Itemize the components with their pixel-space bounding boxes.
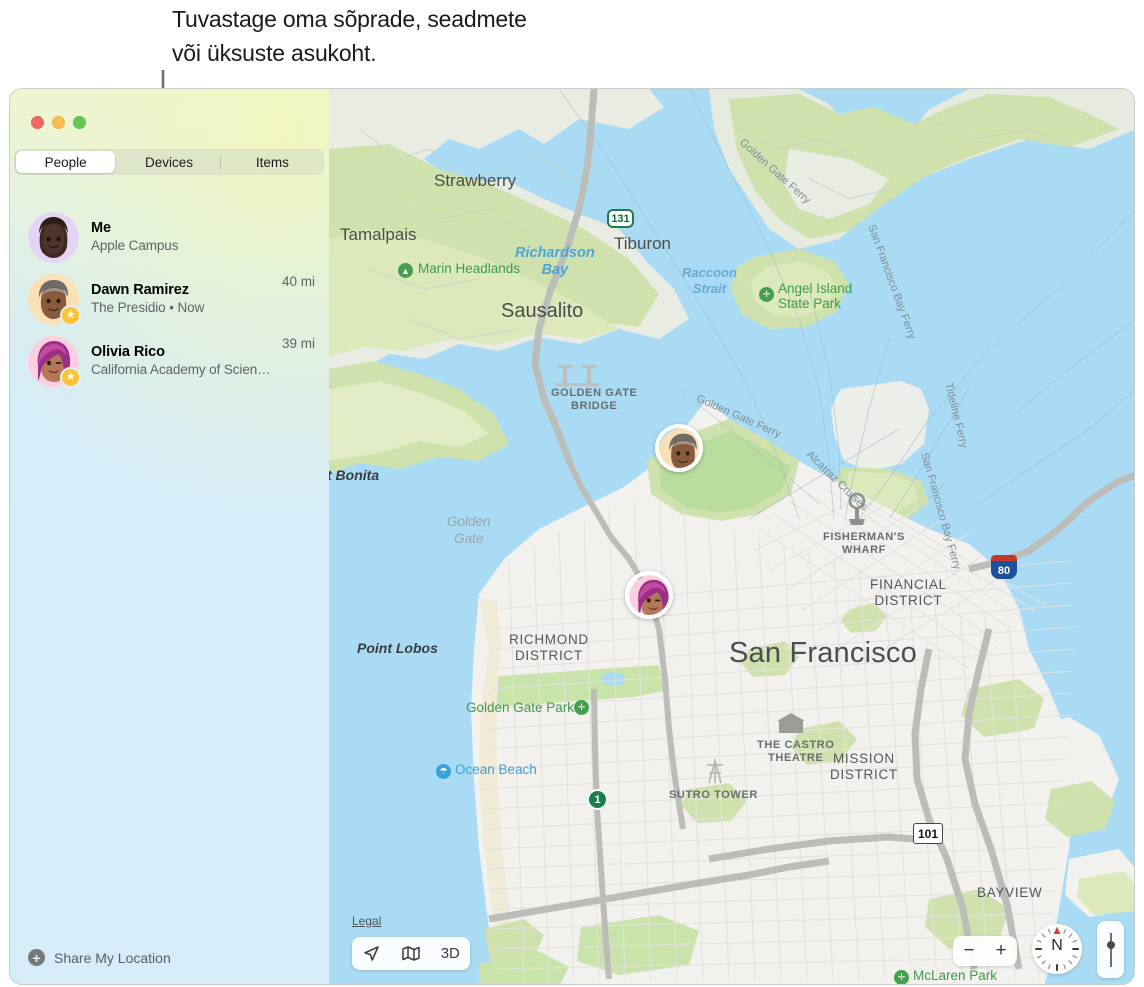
- route-shield-i80: 80: [991, 555, 1017, 579]
- legal-link[interactable]: Legal: [352, 914, 381, 928]
- person-subtitle: The Presidio • Now: [91, 300, 205, 315]
- route-shield-1: 1: [587, 789, 608, 810]
- three-d-button[interactable]: 3D: [431, 945, 470, 962]
- map-graphics: [329, 89, 1134, 984]
- list-item-text: Dawn Ramirez The Presidio • Now: [91, 281, 276, 317]
- zoom-in-button[interactable]: +: [985, 940, 1017, 962]
- close-button[interactable]: [31, 116, 44, 129]
- park-pin-icon: ✛: [894, 970, 909, 984]
- tab-items-label: Items: [255, 154, 289, 170]
- map-avatar-olivia-rico[interactable]: [625, 571, 673, 619]
- route-shield-101: 101: [913, 823, 943, 844]
- zoom-button[interactable]: [73, 116, 86, 129]
- star-icon: ★: [65, 308, 76, 321]
- sidebar: People Devices Items Me Apple Campus ★ D…: [10, 89, 329, 984]
- compass-control[interactable]: N: [1032, 924, 1082, 974]
- info-slider-icon: [1106, 932, 1115, 967]
- tab-people[interactable]: People: [16, 151, 116, 173]
- share-my-location-button[interactable]: + Share My Location: [28, 949, 171, 966]
- person-distance: 39 mi: [281, 336, 315, 351]
- callout-line-2: või üksuste asukoht.: [172, 40, 377, 66]
- list-item-text: Me Apple Campus: [91, 219, 309, 255]
- route-shield-131: 131: [607, 209, 634, 228]
- plus-glyph: +: [32, 949, 41, 966]
- app-window: People Devices Items Me Apple Campus ★ D…: [9, 88, 1135, 985]
- zoom-out-button[interactable]: −: [953, 940, 985, 962]
- tab-items[interactable]: Items: [223, 151, 322, 173]
- park-pin-icon: ✛: [759, 287, 774, 302]
- map-canvas[interactable]: Strawberry Tamalpais Tiburon Sausalito R…: [329, 89, 1134, 984]
- person-distance: 40 mi: [281, 274, 315, 289]
- share-my-location-label: Share My Location: [54, 949, 171, 966]
- person-name: Me: [91, 220, 111, 236]
- tab-segmented-control[interactable]: People Devices Items: [14, 149, 324, 175]
- window-traffic-lights[interactable]: [31, 116, 86, 129]
- info-control[interactable]: [1097, 921, 1124, 978]
- beach-poi-icon: ☂: [436, 764, 451, 779]
- person-subtitle: Apple Campus: [91, 238, 179, 253]
- folded-map-icon: [402, 946, 420, 961]
- park-pin-icon: ▲: [398, 263, 413, 278]
- person-name: Dawn Ramirez: [91, 282, 189, 298]
- navigate-arrow-icon: [364, 946, 379, 961]
- avatar-wrap: [28, 211, 79, 263]
- avatar: [28, 211, 79, 263]
- favorite-star-badge: ★: [60, 304, 81, 326]
- avatar-wrap: ★: [28, 335, 81, 388]
- tab-divider: [219, 155, 221, 169]
- list-item-dawn-ramirez[interactable]: ★ Dawn Ramirez The Presidio • Now 40 mi: [10, 268, 329, 330]
- callout-text: Tuvastage oma sõprade, seadmete või üksu…: [172, 2, 692, 70]
- map-style-button[interactable]: [391, 945, 430, 962]
- favorite-star-badge: ★: [60, 366, 81, 388]
- map-avatar-dawn-ramirez[interactable]: [655, 424, 703, 472]
- avatar-wrap: ★: [28, 273, 81, 326]
- person-name: Olivia Rico: [91, 344, 165, 360]
- tab-devices[interactable]: Devices: [119, 151, 221, 173]
- compass-north-label: N: [1051, 937, 1063, 954]
- park-pin-icon: ✛: [574, 700, 589, 715]
- minimize-button[interactable]: [52, 116, 65, 129]
- list-item-text: Olivia Rico California Academy of Scienc…: [91, 343, 276, 379]
- zoom-controls[interactable]: − +: [953, 936, 1017, 966]
- tab-people-label: People: [44, 154, 87, 170]
- plus-icon: +: [28, 949, 45, 966]
- list-item-me[interactable]: Me Apple Campus: [10, 206, 329, 268]
- locate-button[interactable]: [352, 945, 391, 962]
- map-tools-pill[interactable]: 3D: [352, 937, 470, 970]
- list-item-olivia-rico[interactable]: ★ Olivia Rico California Academy of Scie…: [10, 330, 329, 392]
- tab-devices-label: Devices: [144, 154, 193, 170]
- callout-line-1: Tuvastage oma sõprade, seadmete: [172, 6, 527, 32]
- star-icon: ★: [65, 370, 76, 383]
- person-subtitle: California Academy of Sciences…: [91, 362, 276, 377]
- people-list: Me Apple Campus ★ Dawn Ramirez The Presi…: [10, 206, 329, 392]
